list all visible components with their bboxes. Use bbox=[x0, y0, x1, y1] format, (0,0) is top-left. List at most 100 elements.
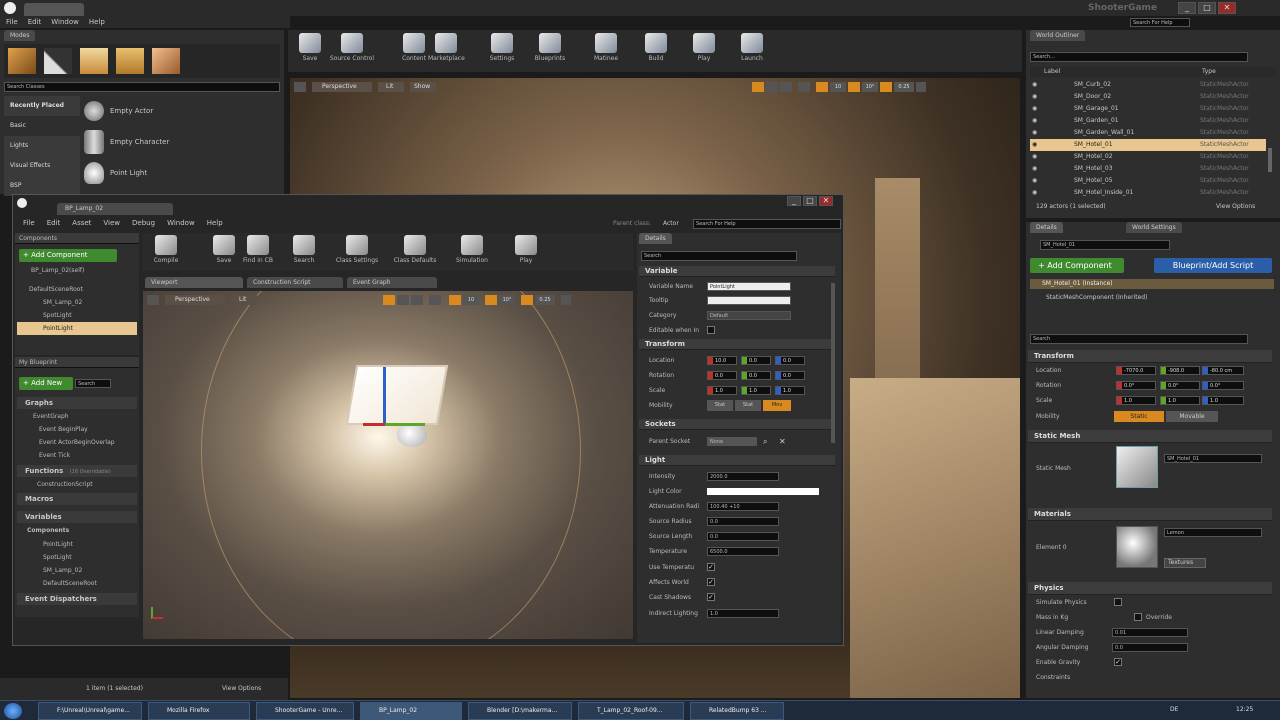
bp-toolbar-compile-button[interactable]: Compile bbox=[147, 235, 185, 264]
functions-section[interactable]: Functions (16 Overridable) bbox=[17, 465, 137, 477]
col-type[interactable]: Type bbox=[1202, 67, 1216, 77]
bp-toolbar-save-button[interactable]: Save bbox=[205, 235, 243, 264]
my-blueprint-search[interactable]: Search bbox=[75, 379, 111, 388]
var-spotlight[interactable]: SpotLight bbox=[17, 551, 137, 564]
toolbar-matinee-button[interactable]: Matinee bbox=[588, 33, 624, 62]
visibility-eye-icon[interactable]: ◉ bbox=[1032, 175, 1037, 187]
bp-details-scrollbar[interactable] bbox=[831, 283, 835, 443]
var-default-scene-root[interactable]: DefaultSceneRoot bbox=[17, 577, 137, 590]
indirect-lighting-input[interactable]: 1.0 bbox=[707, 609, 779, 618]
constraints-label[interactable]: Constraints bbox=[1036, 674, 1070, 681]
category-lights[interactable]: Lights bbox=[4, 136, 80, 156]
place-item-point-light[interactable]: Point Light bbox=[84, 158, 276, 188]
visibility-eye-icon[interactable]: ◉ bbox=[1032, 163, 1037, 175]
outliner-row[interactable]: ◉ SM_Hotel_05 StaticMeshActor bbox=[1030, 175, 1266, 187]
taskbar-item[interactable]: Mozilla Firefox bbox=[148, 702, 250, 720]
gizmo-x-axis[interactable] bbox=[363, 423, 385, 426]
bp-viewport-options[interactable] bbox=[147, 295, 159, 305]
bp-menu-file[interactable]: File bbox=[23, 219, 35, 227]
bp-details-search[interactable]: Search bbox=[641, 251, 797, 261]
event-actor-begin-overlap[interactable]: Event ActorBeginOverlap bbox=[17, 436, 137, 449]
visibility-eye-icon[interactable]: ◉ bbox=[1032, 115, 1037, 127]
outliner-row[interactable]: ◉ SM_Hotel_Inside_01 StaticMeshActor bbox=[1030, 187, 1266, 199]
socket-search-icon[interactable]: ⌕ bbox=[763, 437, 767, 447]
static-mesh-dropdown[interactable]: SM_Hotel_01 bbox=[1164, 454, 1262, 463]
bp-viewport[interactable]: Perspective Lit 10 10° 0.25 bbox=[143, 291, 633, 639]
var-sm-lamp[interactable]: SM_Lamp_02 bbox=[17, 564, 137, 577]
use-temperature-checkbox[interactable]: ✓ bbox=[707, 563, 715, 571]
bp-menu-help[interactable]: Help bbox=[207, 219, 223, 227]
category-dropdown[interactable]: Default bbox=[707, 311, 791, 320]
simulate-physics-checkbox[interactable] bbox=[1114, 598, 1122, 606]
bp-scale-snap-icon[interactable] bbox=[521, 295, 533, 305]
tree-pointlight[interactable]: PointLight bbox=[17, 322, 137, 335]
bp-scale-z[interactable]: 1.0 bbox=[775, 386, 805, 395]
affects-world-checkbox[interactable]: ✓ bbox=[707, 578, 715, 586]
taskbar-item[interactable]: F:\Unreal\Unreal\game... bbox=[38, 702, 142, 720]
scale-z[interactable]: 1.0 bbox=[1202, 396, 1244, 405]
light-color-swatch[interactable] bbox=[707, 488, 819, 495]
gizmo-z-axis[interactable] bbox=[383, 367, 386, 425]
angular-damping-input[interactable]: 0.0 bbox=[1112, 643, 1188, 652]
outliner-row[interactable]: ◉ SM_Curb_02 StaticMeshActor bbox=[1030, 79, 1266, 91]
bp-grid-snap-value[interactable]: 10 bbox=[463, 295, 479, 305]
editable-checkbox[interactable] bbox=[707, 326, 715, 334]
mobility-static-button[interactable]: Static bbox=[1114, 411, 1164, 422]
lit-dropdown[interactable]: Lit bbox=[378, 82, 404, 92]
materials-section[interactable]: Materials bbox=[1028, 508, 1272, 521]
rotation-snap-value[interactable]: 10° bbox=[862, 82, 878, 92]
toolbar-source-control-button[interactable]: Source Control bbox=[322, 33, 382, 62]
taskbar-item[interactable]: Blender [D:\makerma... bbox=[468, 702, 572, 720]
taskbar-item[interactable]: ShooterGame - Unre... bbox=[256, 702, 354, 720]
bp-menu-edit[interactable]: Edit bbox=[47, 219, 61, 227]
bp-mobility-static[interactable]: Stat bbox=[707, 400, 733, 411]
bp-toolbar-find-in-cb-button[interactable]: Find in CB bbox=[239, 235, 277, 264]
help-search-input[interactable]: Search For Help bbox=[1130, 18, 1190, 27]
tab-viewport[interactable]: Viewport bbox=[145, 277, 243, 288]
temperature-input[interactable]: 6500.0 bbox=[707, 547, 779, 556]
event-graph-item[interactable]: EventGraph bbox=[17, 410, 137, 423]
bp-maximize-button[interactable]: □ bbox=[803, 196, 817, 206]
bp-rotate-tool-icon[interactable] bbox=[397, 295, 409, 305]
bp-toolbar-search-button[interactable]: Search bbox=[285, 235, 323, 264]
intensity-input[interactable]: 2000.0 bbox=[707, 472, 779, 481]
variables-section[interactable]: Variables bbox=[17, 511, 137, 523]
outliner-search-input[interactable]: Search... bbox=[1030, 52, 1248, 62]
toolbar-blueprints-button[interactable]: Blueprints bbox=[532, 33, 568, 62]
var-pointlight[interactable]: PointLight bbox=[17, 538, 137, 551]
toolbar-launch-button[interactable]: Launch bbox=[734, 33, 770, 62]
viewport-options-button[interactable] bbox=[294, 82, 306, 92]
world-outliner-tab[interactable]: World Outliner bbox=[1030, 30, 1086, 41]
bp-location-z[interactable]: 0.0 bbox=[775, 356, 805, 365]
outliner-scrollbar[interactable] bbox=[1268, 148, 1272, 172]
location-z[interactable]: -80.0 cm bbox=[1202, 366, 1244, 375]
bp-toolbar-play-button[interactable]: Play bbox=[507, 235, 545, 264]
visibility-eye-icon[interactable]: ◉ bbox=[1032, 79, 1037, 91]
menu-file[interactable]: File bbox=[6, 18, 18, 26]
landscape-mode-icon[interactable] bbox=[80, 48, 108, 74]
world-space-icon[interactable] bbox=[798, 82, 810, 92]
bp-help-search[interactable]: Search For Help bbox=[693, 219, 841, 229]
visibility-eye-icon[interactable]: ◉ bbox=[1032, 139, 1037, 151]
event-begin-play[interactable]: Event BeginPlay bbox=[17, 423, 137, 436]
enable-gravity-checkbox[interactable]: ✓ bbox=[1114, 658, 1122, 666]
location-x[interactable]: -7070.0 bbox=[1116, 366, 1156, 375]
tooltip-input[interactable] bbox=[707, 296, 791, 305]
instance-row[interactable]: SM_Hotel_01 (Instance) bbox=[1030, 279, 1274, 289]
bp-lit-dropdown[interactable]: Lit bbox=[231, 295, 257, 305]
details-tab[interactable]: Details bbox=[1030, 222, 1063, 233]
toolbar-marketplace-button[interactable]: Marketplace bbox=[428, 33, 465, 62]
rotation-snap-icon[interactable] bbox=[848, 82, 860, 92]
rotate-tool-icon[interactable] bbox=[766, 82, 778, 92]
minimize-button[interactable]: _ bbox=[1178, 2, 1196, 14]
tab-construction-script[interactable]: Construction Script bbox=[247, 277, 343, 288]
tree-default-scene-root[interactable]: DefaultSceneRoot bbox=[17, 283, 137, 296]
cast-shadows-checkbox[interactable]: ✓ bbox=[707, 593, 715, 601]
scale-y[interactable]: 1.0 bbox=[1160, 396, 1200, 405]
bp-rotation-x[interactable]: 0.0 bbox=[707, 371, 737, 380]
bp-add-component-button[interactable]: + Add Component bbox=[19, 249, 117, 262]
visibility-eye-icon[interactable]: ◉ bbox=[1032, 151, 1037, 163]
rotation-x[interactable]: 0.0° bbox=[1116, 381, 1156, 390]
outliner-row[interactable]: ◉ SM_Door_02 StaticMeshActor bbox=[1030, 91, 1266, 103]
transform-section[interactable]: Transform bbox=[1028, 350, 1272, 363]
